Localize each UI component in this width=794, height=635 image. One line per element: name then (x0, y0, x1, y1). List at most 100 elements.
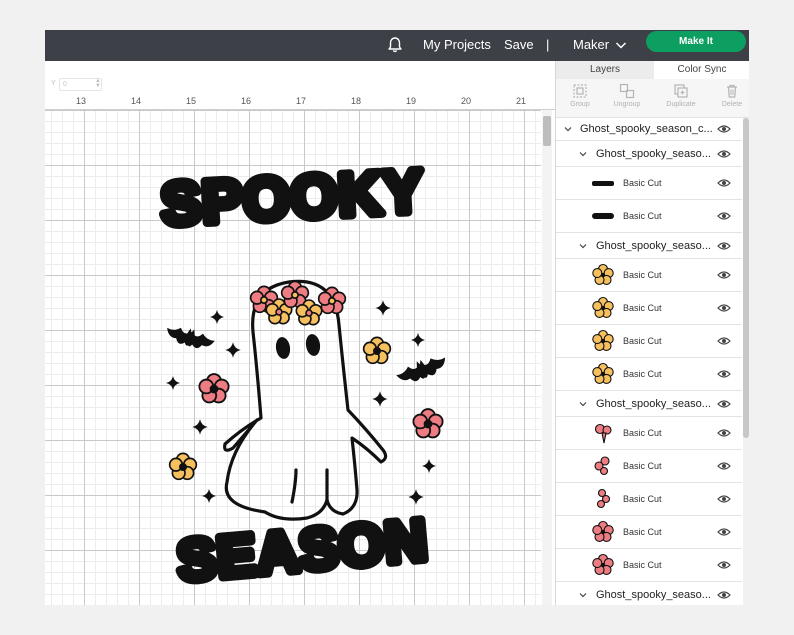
group-name: Ghost_spooky_seaso... (596, 397, 711, 410)
layer-row[interactable]: Basic Cut (556, 292, 742, 325)
eye-icon[interactable] (717, 560, 731, 570)
pink-petal-thumbnail-icon (594, 456, 610, 476)
group-name: Ghost_spooky_seaso... (596, 239, 711, 252)
group-icon (573, 84, 587, 98)
layer-row[interactable]: Basic Cut (556, 450, 742, 483)
eye-icon[interactable] (717, 527, 731, 537)
tab-layers[interactable]: Layers (556, 61, 654, 79)
eye-icon[interactable] (717, 336, 731, 346)
delete-button[interactable]: Delete (708, 83, 749, 108)
ruler-tick: 20 (461, 96, 472, 106)
layer-group[interactable]: Ghost_spooky_seaso... (556, 141, 742, 167)
position-bar: Y 0 ▲ ▼ (45, 61, 555, 97)
layers-panel: Layers Color Sync Group Ungroup Duplicat… (555, 61, 749, 605)
layer-row[interactable]: Basic Cut (556, 325, 742, 358)
eye-icon[interactable] (717, 211, 731, 221)
canvas-vertical-scrollbar[interactable] (542, 110, 552, 605)
ruler-tick: 19 (406, 96, 417, 106)
ruler-tick: 17 (296, 96, 307, 106)
layers-scrollbar[interactable] (743, 118, 749, 605)
scrollbar-thumb[interactable] (743, 118, 749, 438)
trash-icon (727, 84, 737, 98)
eye-icon[interactable] (717, 369, 731, 379)
eye-icon[interactable] (717, 303, 731, 313)
season-word: SEASON (170, 503, 435, 599)
layers-list: Ghost_spooky_season_c... Ghost_spooky_se… (556, 118, 742, 605)
flower-crown (249, 280, 347, 326)
eye-icon[interactable] (717, 590, 731, 600)
yellow-flower-thumbnail-icon (592, 263, 614, 285)
ungroup-button[interactable]: Ungroup (603, 83, 651, 108)
tab-color-sync[interactable]: Color Sync (654, 61, 749, 79)
ghost-eye-right (305, 334, 321, 356)
machine-selector[interactable]: Maker (573, 35, 609, 55)
layer-toolbar: Group Ungroup Duplicate Delete (556, 79, 749, 118)
layer-operation: Basic Cut (623, 303, 662, 313)
chevron-down-icon[interactable] (579, 400, 587, 408)
layer-row[interactable]: Basic Cut (556, 483, 742, 516)
bell-icon[interactable] (386, 36, 404, 54)
eye-icon[interactable] (717, 399, 731, 409)
top-bar: My Projects Save | Maker Make It (45, 30, 749, 61)
layer-row[interactable]: Basic Cut (556, 167, 742, 200)
layer-operation: Basic Cut (623, 178, 662, 188)
save-button[interactable]: Save (504, 35, 534, 55)
group-button[interactable]: Group (556, 83, 604, 108)
bat-right (394, 351, 450, 388)
eye-icon[interactable] (717, 149, 731, 159)
layer-row[interactable]: Basic Cut (556, 549, 742, 582)
spooky-text: SPOOKY (159, 157, 425, 238)
ruler-tick: 18 (351, 96, 362, 106)
layer-operation: Basic Cut (623, 336, 662, 346)
layer-row[interactable]: Basic Cut (556, 200, 742, 233)
pink-flower-thumbnail-icon (592, 553, 614, 575)
eye-icon[interactable] (717, 241, 731, 251)
layer-operation: Basic Cut (623, 428, 662, 438)
chevron-down-icon[interactable] (579, 591, 587, 599)
ruler-tick: 21 (516, 96, 527, 106)
pink-flower (412, 408, 444, 439)
ungroup-icon (619, 83, 635, 99)
spooky-season-artwork[interactable]: SPOOKY SEASON (45, 110, 541, 605)
duplicate-button[interactable]: Duplicate (657, 83, 705, 108)
scrollbar-thumb[interactable] (543, 116, 551, 146)
chevron-down-icon[interactable] (564, 125, 572, 133)
yellow-flower-thumbnail-icon (592, 296, 614, 318)
panel-tabs: Layers Color Sync (556, 61, 749, 79)
bat-left (164, 322, 217, 353)
my-projects-link[interactable]: My Projects (423, 35, 491, 55)
group-name: Ghost_spooky_season_c... (580, 123, 713, 135)
y-stepper-icon[interactable]: ▲ ▼ (95, 78, 101, 89)
eye-icon[interactable] (717, 494, 731, 504)
layer-group-root[interactable]: Ghost_spooky_season_c... (556, 118, 742, 141)
layer-operation: Basic Cut (623, 494, 662, 504)
yellow-flower (362, 336, 392, 365)
eye-icon[interactable] (717, 178, 731, 188)
layer-group[interactable]: Ghost_spooky_seaso... (556, 233, 742, 259)
yellow-flower (168, 452, 198, 481)
layer-operation: Basic Cut (623, 369, 662, 379)
horizontal-ruler: 13 14 15 16 17 18 19 20 21 (45, 96, 555, 110)
y-position-value: 0 (63, 81, 67, 88)
yellow-flower-thumbnail-icon (592, 362, 614, 384)
eye-icon[interactable] (717, 461, 731, 471)
ungroup-label: Ungroup (613, 101, 641, 108)
layer-row[interactable]: Basic Cut (556, 259, 742, 292)
make-it-button[interactable]: Make It (646, 31, 746, 52)
layer-row[interactable]: Basic Cut (556, 358, 742, 391)
chevron-down-icon[interactable] (579, 150, 587, 158)
spooky-text-thumbnail-icon (592, 213, 614, 219)
layer-row[interactable]: Basic Cut (556, 516, 742, 549)
layer-operation: Basic Cut (623, 560, 662, 570)
layer-group[interactable]: Ghost_spooky_seaso... (556, 582, 742, 605)
ruler-tick: 13 (76, 96, 87, 106)
design-canvas[interactable]: Y 0 ▲ ▼ 13 14 15 16 17 18 19 20 21 SPOOK… (45, 61, 555, 605)
layer-group[interactable]: Ghost_spooky_seaso... (556, 391, 742, 417)
eye-icon[interactable] (717, 124, 731, 134)
chevron-down-icon[interactable] (615, 40, 627, 50)
layer-row[interactable]: Basic Cut (556, 417, 742, 450)
eye-icon[interactable] (717, 428, 731, 438)
pink-flower (198, 373, 230, 404)
chevron-down-icon[interactable] (579, 242, 587, 250)
eye-icon[interactable] (717, 270, 731, 280)
